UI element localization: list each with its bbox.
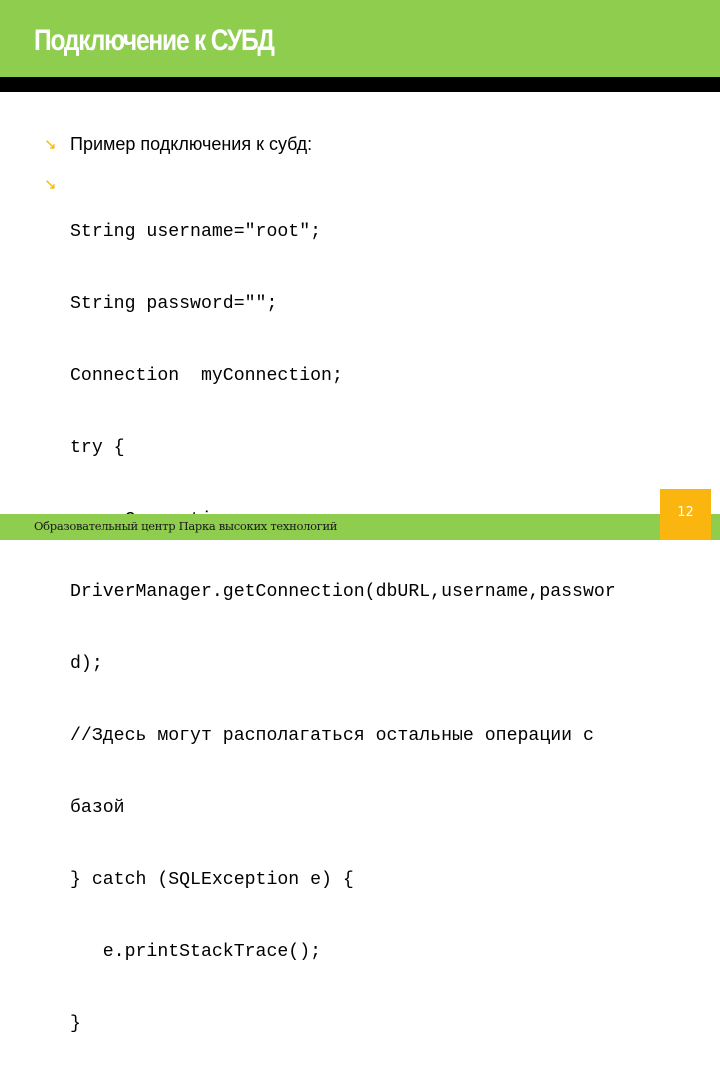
title-divider (0, 77, 720, 92)
code-line: } (70, 1014, 81, 1034)
bullet-intro-text: Пример подключения к субд: (70, 134, 313, 154)
page-number: 12 (677, 505, 694, 520)
page-number-badge: 12 (660, 489, 711, 540)
slide-title: Подключение к СУБД (34, 24, 275, 57)
code-line: //Здесь могут располагаться остальные оп… (70, 726, 594, 746)
code-line: Connection myConnection; (70, 366, 343, 386)
code-line: String password=""; (70, 294, 278, 314)
code-snippet: String username="root"; String password=… (70, 172, 616, 1080)
footer-organization: Образовательный центр Парка высоких техн… (34, 519, 338, 533)
code-line: e.printStackTrace(); (70, 942, 322, 962)
code-line: String username="root"; (70, 222, 322, 242)
code-line: d); (70, 654, 103, 674)
title-bar: Подключение к СУБД (0, 0, 720, 77)
code-line: try { (70, 438, 125, 458)
code-line: базой (70, 798, 125, 818)
code-line: } catch (SQLException e) { (70, 870, 354, 890)
arrow-down-right-icon: ↘ (44, 135, 57, 153)
arrow-down-right-icon: ↘ (44, 175, 57, 193)
code-line: DriverManager.getConnection(dbURL,userna… (70, 582, 616, 602)
